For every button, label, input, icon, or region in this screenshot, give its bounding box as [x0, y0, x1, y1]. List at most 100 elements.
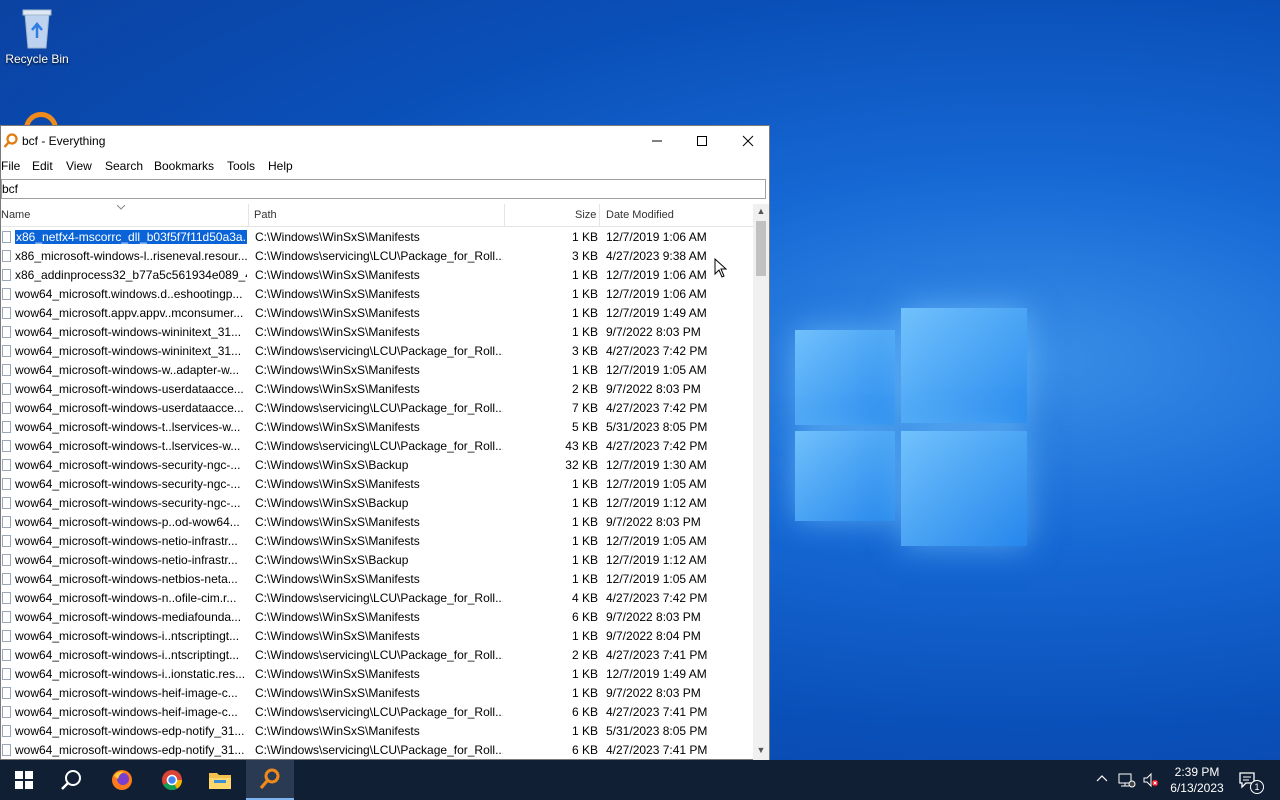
start-button[interactable]	[0, 760, 48, 800]
clock[interactable]: 2:39 PM 6/13/2023	[1164, 764, 1230, 796]
show-hidden-icons-icon[interactable]	[1096, 772, 1108, 786]
table-row[interactable]: wow64_microsoft-windows-p..od-wow64... C:…	[1, 513, 753, 532]
cell-path: C:\Windows\WinSxS\Manifests	[255, 667, 420, 681]
cell-name: wow64_microsoft-windows-i..ntscriptingt.…	[15, 648, 240, 662]
table-row[interactable]: wow64_microsoft-windows-heif-image-c... C…	[1, 684, 753, 703]
firefox-taskbar-button[interactable]	[98, 760, 146, 800]
file-icon	[2, 573, 11, 585]
network-icon[interactable]	[1118, 772, 1136, 791]
cell-date: 9/7/2022 8:03 PM	[606, 515, 701, 529]
table-row[interactable]: wow64_microsoft-windows-userdataacce... C…	[1, 380, 753, 399]
file-icon	[2, 687, 11, 699]
table-row[interactable]: wow64_microsoft.windows.d..eshootingp...…	[1, 285, 753, 304]
desktop-icon-recycle-bin[interactable]: Recycle Bin	[2, 6, 72, 66]
table-row[interactable]: x86_netfx4-mscorrc_dll_b03f5f7f11d50a3a.…	[1, 228, 753, 247]
menu-view[interactable]: View	[66, 159, 92, 173]
table-row[interactable]: wow64_microsoft-windows-netbios-neta... C…	[1, 570, 753, 589]
cell-date: 12/7/2019 1:30 AM	[606, 458, 707, 472]
table-row[interactable]: wow64_microsoft-windows-i..ntscriptingt.…	[1, 627, 753, 646]
table-row[interactable]: x86_microsoft-windows-l..riseneval.resou…	[1, 247, 753, 266]
file-icon	[2, 364, 11, 376]
table-row[interactable]: wow64_microsoft-windows-i..ntscriptingt.…	[1, 646, 753, 665]
cell-name: wow64_microsoft-windows-netio-infrastr..…	[15, 553, 238, 567]
cell-size: 4 KB	[571, 591, 598, 605]
column-name[interactable]: Name	[1, 209, 30, 221]
sort-arrow-icon	[117, 205, 125, 210]
cell-size: 1 KB	[571, 306, 598, 320]
menu-bookmarks[interactable]: Bookmarks	[154, 159, 214, 173]
search-input[interactable]: bcf	[1, 179, 766, 199]
cell-path: C:\Windows\WinSxS\Manifests	[255, 325, 420, 339]
cell-name: wow64_microsoft-windows-i..ntscriptingt.…	[15, 629, 240, 643]
file-icon	[2, 288, 11, 300]
cell-size: 32 KB	[565, 458, 598, 472]
table-row[interactable]: wow64_microsoft-windows-netio-infrastr..…	[1, 532, 753, 551]
cell-path: C:\Windows\WinSxS\Manifests	[255, 610, 420, 624]
action-center-button[interactable]: 1	[1238, 770, 1264, 794]
table-row[interactable]: wow64_microsoft-windows-wininitext_31...…	[1, 342, 753, 361]
cell-size: 3 KB	[571, 344, 598, 358]
menu-tools[interactable]: Tools	[227, 159, 255, 173]
title-bar[interactable]: bcf - Everything	[1, 126, 769, 156]
chrome-taskbar-button[interactable]	[148, 760, 196, 800]
cell-path: C:\Windows\WinSxS\Backup	[255, 553, 409, 567]
table-row[interactable]: wow64_microsoft-windows-heif-image-c... C…	[1, 703, 753, 722]
file-icon	[2, 516, 11, 528]
menu-file[interactable]: File	[1, 159, 20, 173]
cell-size: 5 KB	[571, 420, 598, 434]
scroll-thumb[interactable]	[756, 221, 766, 276]
table-row[interactable]: wow64_microsoft-windows-i..ionstatic.res…	[1, 665, 753, 684]
file-icon	[2, 326, 11, 338]
file-icon	[2, 269, 11, 281]
menu-edit[interactable]: Edit	[32, 159, 53, 173]
vertical-scrollbar[interactable]: ▲ ▼	[753, 204, 769, 760]
cell-size: 6 KB	[571, 610, 598, 624]
cell-path: C:\Windows\WinSxS\Backup	[255, 458, 409, 472]
search-taskbar-button[interactable]	[48, 760, 96, 800]
table-row[interactable]: wow64_microsoft-windows-t..lservices-w..…	[1, 418, 753, 437]
table-row[interactable]: wow64_microsoft-windows-mediafounda... C:…	[1, 608, 753, 627]
menu-search[interactable]: Search	[105, 159, 143, 173]
column-date-modified[interactable]: Date Modified	[606, 209, 674, 221]
table-row[interactable]: wow64_microsoft-windows-security-ngc-...…	[1, 475, 753, 494]
everything-app-icon	[3, 133, 19, 149]
table-row[interactable]: wow64_microsoft-windows-n..ofile-cim.r..…	[1, 589, 753, 608]
cell-name: wow64_microsoft-windows-wininitext_31...	[15, 325, 242, 339]
cell-path: C:\Windows\WinSxS\Manifests	[255, 534, 420, 548]
scroll-up-icon[interactable]: ▲	[753, 206, 769, 220]
table-row[interactable]: wow64_microsoft-windows-netio-infrastr..…	[1, 551, 753, 570]
cell-date: 12/7/2019 1:05 AM	[606, 477, 707, 491]
table-row[interactable]: wow64_microsoft-windows-t..lservices-w..…	[1, 437, 753, 456]
cell-path: C:\Windows\servicing\LCU\Package_for_Rol…	[255, 249, 503, 263]
chrome-icon	[162, 770, 183, 791]
table-row[interactable]: x86_addinprocess32_b77a5c561934e089_4...…	[1, 266, 753, 285]
column-size[interactable]: Size	[575, 209, 596, 221]
table-row[interactable]: wow64_microsoft-windows-edp-notify_31...…	[1, 722, 753, 741]
cell-name: wow64_microsoft-windows-edp-notify_31...	[15, 724, 245, 738]
cell-size: 1 KB	[571, 287, 598, 301]
folder-icon	[209, 773, 231, 789]
results-list: x86_netfx4-mscorrc_dll_b03f5f7f11d50a3a.…	[1, 228, 753, 760]
file-icon	[2, 592, 11, 604]
maximize-button[interactable]	[679, 126, 725, 156]
column-path[interactable]: Path	[254, 209, 277, 221]
table-row[interactable]: wow64_microsoft-windows-w..adapter-w... C…	[1, 361, 753, 380]
everything-taskbar-button[interactable]	[246, 760, 294, 800]
table-row[interactable]: wow64_microsoft-windows-userdataacce... C…	[1, 399, 753, 418]
table-row[interactable]: wow64_microsoft.appv.appv..mconsumer... C…	[1, 304, 753, 323]
cell-name: wow64_microsoft-windows-userdataacce...	[15, 382, 244, 396]
volume-muted-icon[interactable]	[1142, 772, 1160, 791]
cell-name: wow64_microsoft-windows-security-ngc-...	[15, 477, 241, 491]
menu-help[interactable]: Help	[268, 159, 293, 173]
scroll-down-icon[interactable]: ▼	[753, 745, 769, 759]
cell-name: wow64_microsoft-windows-edp-notify_31...	[15, 743, 245, 757]
cell-name: wow64_microsoft-windows-w..adapter-w...	[15, 363, 240, 377]
close-button[interactable]	[725, 126, 771, 156]
cell-path: C:\Windows\WinSxS\Manifests	[255, 287, 420, 301]
table-row[interactable]: wow64_microsoft-windows-edp-notify_31...…	[1, 741, 753, 760]
table-row[interactable]: wow64_microsoft-windows-wininitext_31...…	[1, 323, 753, 342]
file-explorer-taskbar-button[interactable]	[196, 760, 244, 800]
table-row[interactable]: wow64_microsoft-windows-security-ngc-...…	[1, 494, 753, 513]
minimize-button[interactable]	[634, 126, 680, 156]
table-row[interactable]: wow64_microsoft-windows-security-ngc-...…	[1, 456, 753, 475]
